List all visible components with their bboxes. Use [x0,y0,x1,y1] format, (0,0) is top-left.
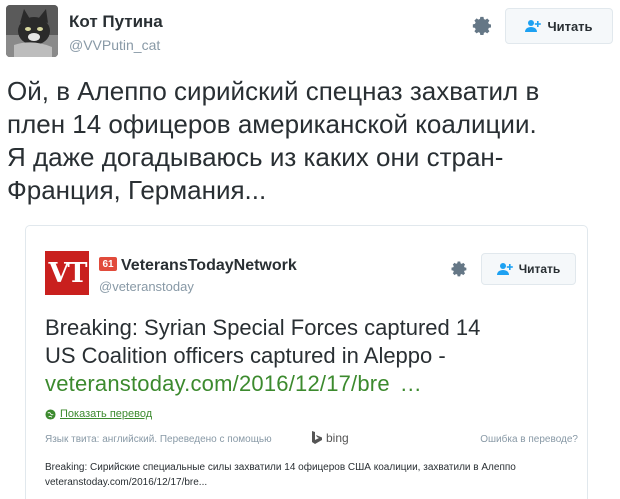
bing-label: bing [326,431,349,445]
cat-avatar-image [6,5,58,57]
translated-text: Breaking: Сирийские специальные силы зах… [45,462,516,488]
follow-button[interactable]: Читать [505,8,613,44]
tweet-text: Ой, в Алеппо сирийский спецназ захватил … [7,76,540,205]
quoted-tweet[interactable]: VT 61 VeteransTodayNetwork @veteranstoda… [25,225,588,499]
count-badge: 61 [99,257,117,271]
avatar[interactable] [6,5,58,57]
globe-icon [45,408,56,420]
show-translation-link[interactable]: Показать перевод [45,408,152,420]
quoted-link[interactable]: veteranstoday.com/2016/12/17/bre [45,371,390,396]
author-name[interactable]: Кот Путина [69,12,163,32]
quoted-tweet-text: Breaking: Syrian Special Forces captured… [45,314,580,398]
quoted-author-handle[interactable]: @veteranstoday [99,279,194,294]
tweet: Кот Путина @VVPutin_cat Читать Ой, в Але… [0,0,620,499]
translation-language-note: Язык твита: английский. Переведено с пом… [45,434,272,445]
translation-error-link[interactable]: Ошибка в переводе? [480,434,578,445]
quoted-author-name[interactable]: VeteransTodayNetwork [121,257,297,275]
translation-meta: Язык твита: английский. Переведено с пом… [45,431,585,445]
quoted-text-line2: US Coalition officers captured in Aleppo… [45,343,446,368]
add-user-icon [525,20,542,32]
gear-icon[interactable] [450,260,468,278]
veterans-today-logo[interactable]: VT [45,251,89,295]
quoted-text-line1: Breaking: Syrian Special Forces captured… [45,315,481,340]
link-ellipsis: … [399,371,422,396]
add-user-icon [496,263,513,275]
follow-button-label: Читать [547,18,593,34]
quoted-follow-label: Читать [518,262,561,276]
show-translation-label: Показать перевод [60,408,153,420]
bing-logo: bing [311,431,349,445]
bing-b-icon [312,431,322,444]
gear-icon[interactable] [471,15,493,37]
author-handle[interactable]: @VVPutin_cat [69,37,160,53]
quoted-follow-button[interactable]: Читать [481,253,576,285]
